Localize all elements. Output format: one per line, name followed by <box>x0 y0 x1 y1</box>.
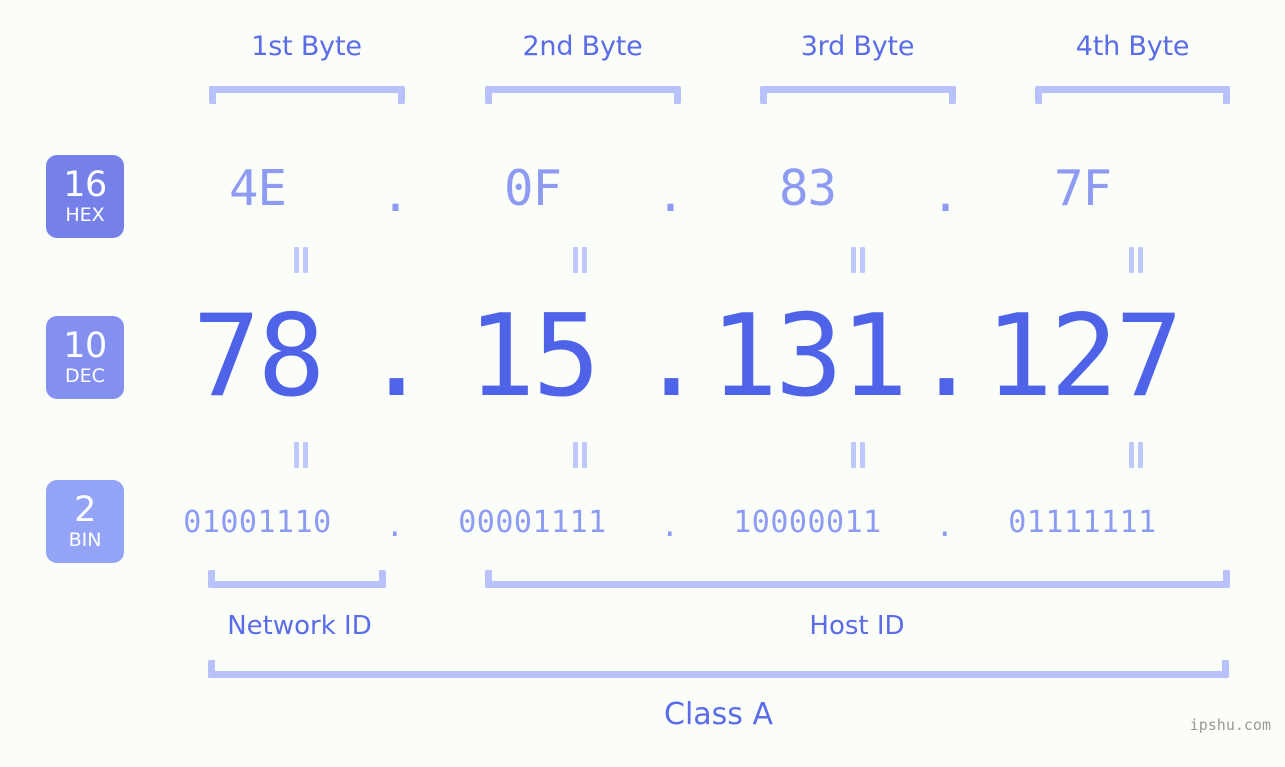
base-badge-hex-number: 16 <box>63 165 107 205</box>
base-badge-bin-number: 2 <box>74 490 96 530</box>
dec-byte-4: 127 <box>985 290 1183 422</box>
dec-value-row: 78 . 15 . 131 . 127 <box>160 290 1270 422</box>
equals-mark-hex-dec-2 <box>570 247 590 273</box>
dec-separator-1: . <box>362 290 430 422</box>
bin-byte-1: 01001110 <box>183 504 332 540</box>
hex-separator-2: . <box>655 165 686 223</box>
byte-header-4: 4th Byte <box>1075 31 1190 62</box>
hex-byte-2: 0F <box>503 159 562 217</box>
equals-mark-dec-bin-2 <box>570 442 590 468</box>
dec-separator-3: . <box>912 290 980 422</box>
class-bracket <box>208 660 1229 678</box>
equals-mark-hex-dec-4 <box>1126 247 1146 273</box>
hex-separator-1: . <box>380 165 411 223</box>
network-id-label: Network ID <box>227 611 372 641</box>
bin-byte-3: 10000011 <box>733 504 882 540</box>
equals-mark-dec-bin-1 <box>291 442 311 468</box>
bin-byte-4: 01111111 <box>1008 504 1157 540</box>
byte-bracket-4 <box>1035 86 1230 104</box>
host-id-bracket <box>485 570 1230 588</box>
bin-separator-1: . <box>385 508 405 544</box>
site-watermark: ipshu.com <box>1189 716 1271 734</box>
hex-value-row: 4E . 0F . 83 . 7F <box>160 152 1270 224</box>
byte-header-2: 2nd Byte <box>522 31 643 62</box>
base-badge-hex: 16 HEX <box>46 155 124 238</box>
base-badge-bin-abbr: BIN <box>68 529 102 551</box>
base-badge-bin: 2 BIN <box>46 480 124 563</box>
byte-bracket-1 <box>209 86 405 104</box>
hex-byte-4: 7F <box>1053 159 1112 217</box>
byte-bracket-3 <box>760 86 956 104</box>
byte-header-3: 3rd Byte <box>800 31 915 62</box>
equals-mark-dec-bin-4 <box>1126 442 1146 468</box>
bin-separator-3: . <box>935 508 955 544</box>
ip-address-breakdown-diagram: 1st Byte 2nd Byte 3rd Byte 4th Byte 16 H… <box>0 0 1285 767</box>
hex-byte-1: 4E <box>228 159 287 217</box>
bin-byte-2: 00001111 <box>458 504 607 540</box>
network-id-bracket <box>208 570 386 588</box>
host-id-label: Host ID <box>809 611 905 641</box>
equals-mark-hex-dec-3 <box>848 247 868 273</box>
hex-separator-3: . <box>930 165 961 223</box>
byte-header-1: 1st Byte <box>251 31 362 62</box>
hex-byte-3: 83 <box>778 159 837 217</box>
dec-byte-2: 15 <box>467 290 600 422</box>
bin-separator-2: . <box>660 508 680 544</box>
base-badge-dec: 10 DEC <box>46 316 124 399</box>
base-badge-dec-abbr: DEC <box>65 365 105 387</box>
byte-bracket-2 <box>485 86 681 104</box>
dec-byte-1: 78 <box>192 290 325 422</box>
bin-value-row: 01001110 . 00001111 . 10000011 . 0111111… <box>160 494 1270 550</box>
base-badge-hex-abbr: HEX <box>65 204 105 226</box>
equals-mark-dec-bin-3 <box>848 442 868 468</box>
dec-byte-3: 131 <box>710 290 908 422</box>
equals-mark-hex-dec-1 <box>291 247 311 273</box>
dec-separator-2: . <box>637 290 705 422</box>
class-label: Class A <box>664 697 773 732</box>
base-badge-dec-number: 10 <box>63 326 107 366</box>
